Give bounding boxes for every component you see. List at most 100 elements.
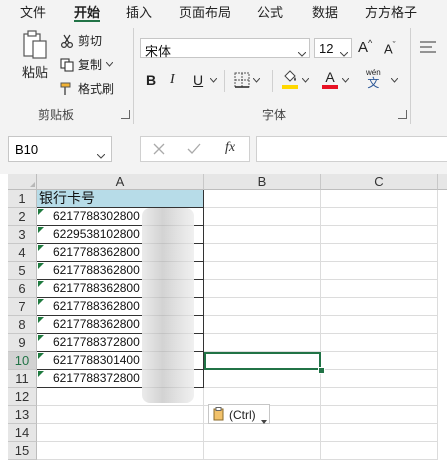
row-header[interactable]: 7 — [8, 298, 37, 316]
table-cell[interactable] — [321, 262, 438, 280]
row-header[interactable]: 14 — [8, 424, 37, 442]
table-cell[interactable] — [204, 208, 321, 226]
table-cell[interactable] — [321, 298, 438, 316]
tab-home[interactable]: 开始 — [74, 2, 100, 21]
bold-button[interactable]: B — [146, 72, 156, 88]
chevron-down-icon — [96, 147, 106, 162]
table-cell[interactable] — [204, 442, 321, 460]
phonetic-dropdown-icon[interactable] — [391, 78, 398, 83]
underline-dropdown-icon[interactable] — [210, 78, 217, 83]
row-header[interactable]: 9 — [8, 334, 37, 352]
name-box[interactable]: B10 — [8, 136, 112, 162]
row-header[interactable]: 13 — [8, 406, 37, 424]
column-header-b[interactable]: B — [204, 174, 321, 190]
phonetic-guide-button[interactable]: wén 文 — [366, 68, 381, 90]
row-header[interactable]: 2 — [8, 208, 37, 226]
table-cell[interactable] — [321, 244, 438, 262]
align-button[interactable] — [420, 40, 436, 54]
cancel-icon[interactable] — [153, 142, 165, 160]
table-cell[interactable] — [321, 424, 438, 442]
insert-function-icon[interactable]: fx — [225, 140, 235, 156]
row-header[interactable]: 6 — [8, 280, 37, 298]
row-header[interactable]: 8 — [8, 316, 37, 334]
table-cell[interactable] — [321, 334, 438, 352]
row-header[interactable]: 5 — [8, 262, 37, 280]
table-cell[interactable] — [204, 244, 321, 262]
paint-bucket-icon — [282, 70, 298, 84]
format-painter-button[interactable]: 格式刷 — [60, 80, 114, 97]
tab-data[interactable]: 数据 — [312, 2, 338, 21]
increase-font-size-button[interactable]: A^ — [358, 38, 372, 56]
table-cell[interactable] — [321, 370, 438, 388]
error-indicator-icon — [38, 281, 44, 287]
row-header[interactable]: 4 — [8, 244, 37, 262]
column-header-d[interactable] — [438, 174, 447, 190]
font-name-dropdown[interactable]: 宋体 — [140, 38, 310, 59]
paste-options-button[interactable]: (Ctrl) — [208, 404, 270, 424]
decrease-font-size-button[interactable]: Aˇ — [384, 40, 396, 56]
tab-page-layout[interactable]: 页面布局 — [179, 2, 231, 21]
table-cell[interactable] — [204, 316, 321, 334]
copy-dropdown-icon[interactable] — [106, 62, 114, 67]
column-header-c[interactable]: C — [321, 174, 438, 190]
table-cell[interactable] — [321, 352, 438, 370]
table-cell[interactable] — [204, 226, 321, 244]
fill-color-button[interactable] — [282, 70, 298, 89]
header-cell[interactable]: 银行卡号 — [37, 190, 204, 208]
font-size-dropdown[interactable]: 12 — [314, 38, 352, 58]
table-cell[interactable] — [204, 190, 321, 208]
cut-button[interactable]: 剪切 — [60, 32, 102, 49]
italic-button[interactable]: I — [170, 72, 175, 88]
borders-button[interactable] — [234, 72, 260, 88]
separator — [224, 70, 225, 92]
select-all-corner[interactable] — [8, 174, 37, 190]
formula-input[interactable] — [256, 136, 447, 162]
table-cell[interactable] — [321, 280, 438, 298]
error-indicator-icon — [38, 299, 44, 305]
table-cell[interactable] — [204, 280, 321, 298]
row-header[interactable]: 15 — [8, 442, 37, 460]
column-header-a[interactable]: A — [37, 174, 204, 190]
row-header[interactable]: 10 — [8, 352, 37, 370]
table-cell[interactable] — [204, 262, 321, 280]
font-color-button[interactable]: A — [322, 70, 338, 89]
tab-insert[interactable]: 插入 — [126, 2, 152, 21]
separator — [272, 70, 273, 92]
paste-label: 粘贴 — [21, 65, 48, 80]
active-tab-indicator — [74, 20, 100, 22]
row-header[interactable]: 12 — [8, 388, 37, 406]
tab-fangfang[interactable]: 方方格子 — [365, 2, 417, 21]
table-cell[interactable] — [321, 316, 438, 334]
ribbon-tabs: 文件 开始 插入 页面布局 公式 数据 方方格子 — [0, 0, 447, 22]
table-cell[interactable] — [321, 406, 438, 424]
table-cell[interactable] — [204, 334, 321, 352]
table-cell[interactable] — [321, 442, 438, 460]
chevron-down-icon — [253, 77, 260, 83]
fill-color-dropdown-icon[interactable] — [302, 78, 309, 83]
ribbon: 文件 开始 插入 页面布局 公式 数据 方方格子 粘贴 剪切 复制 格式刷 剪贴… — [0, 0, 447, 129]
table-cell[interactable] — [321, 226, 438, 244]
font-color-dropdown-icon[interactable] — [342, 78, 349, 83]
table-cell[interactable] — [321, 190, 438, 208]
table-cell[interactable] — [321, 388, 438, 406]
copy-button[interactable]: 复制 — [60, 56, 114, 73]
selected-cell-b10[interactable] — [204, 352, 321, 370]
tab-formulas[interactable]: 公式 — [257, 2, 283, 21]
paste-button[interactable]: 粘贴 — [18, 30, 52, 81]
table-cell[interactable] — [204, 370, 321, 388]
enter-icon[interactable] — [187, 142, 201, 160]
table-cell[interactable] — [204, 298, 321, 316]
table-cell[interactable] — [37, 424, 204, 442]
row-header[interactable]: 11 — [8, 370, 37, 388]
font-launcher-icon[interactable] — [398, 110, 407, 119]
table-cell[interactable] — [321, 208, 438, 226]
clipboard-launcher-icon[interactable] — [121, 110, 130, 119]
clipboard-icon — [213, 407, 225, 424]
tab-file[interactable]: 文件 — [20, 2, 46, 21]
underline-button[interactable]: U — [193, 72, 203, 88]
table-cell[interactable] — [37, 406, 204, 424]
row-header[interactable]: 3 — [8, 226, 37, 244]
fill-handle[interactable] — [318, 367, 325, 374]
row-header[interactable]: 1 — [8, 190, 37, 208]
table-cell[interactable] — [37, 442, 204, 460]
